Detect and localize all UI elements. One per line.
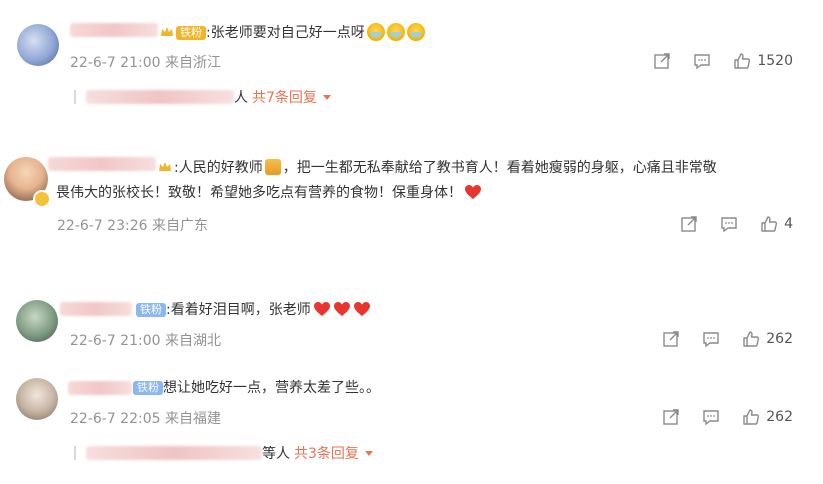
avatar[interactable] [17,24,59,66]
share-button[interactable] [662,408,680,426]
comment-location: 来自福建 [164,411,221,427]
crying-face-emoji [386,23,405,41]
comment-text-line: 铁粉:看着好泪目啊，张老师 [136,299,371,321]
like-count: 262 [766,331,793,347]
like-count: 1520 [757,53,793,69]
reply-users-redacted [86,90,234,104]
like-count: 262 [766,409,793,425]
comment-icon [703,332,719,348]
crying-face-emoji [406,23,425,41]
comment-meta: 22-6-7 23:26 来自广东 [57,215,208,235]
red-heart-emoji [353,301,371,317]
red-heart-emoji [313,301,331,317]
comment-button[interactable] [702,408,720,426]
comment-text-line: 铁粉 想让她吃好一点，营养太差了些。。 [133,377,380,399]
comment-text: 畏伟大的张校长！致敬！希望她多吃点有营养的食物！保重身体！ [56,185,462,201]
comment-text: ，把一生都无私奉献给了教书育人！看着她瘦弱的身躯，心痛且非常敬 [282,160,717,176]
username-redacted[interactable] [68,381,132,395]
comment-date: 22-6-7 23:26 [57,218,148,234]
caret-down-icon [364,451,373,456]
thumbs-up-icon [743,409,760,425]
comment-icon [694,54,711,70]
reply-users-suffix: 等人 [262,446,290,462]
username-redacted[interactable] [60,302,132,316]
username-redacted[interactable] [70,23,158,37]
comment-text: 想让她吃好一点，营养太差了些。。 [163,380,380,396]
comment-date: 22-6-7 22:05 [70,411,161,427]
verified-badge-icon [33,190,51,208]
comment-meta: 22-6-7 21:00 来自浙江 [70,52,221,72]
comment-location: 来自浙江 [164,55,221,71]
fan-badge: 铁粉 [133,381,163,395]
comment-text-line: 铁粉:张老师要对自己好一点呀 [160,22,425,44]
like-button[interactable]: 1520 [733,52,793,70]
comment-button[interactable] [720,215,738,233]
like-button[interactable]: 262 [742,330,793,348]
reply-users-suffix: 人 [234,90,248,106]
comment-location: 来自广东 [151,218,208,234]
reply-count-link[interactable]: 共7条回复 [252,90,317,106]
comment-actions: 1520 [631,52,793,70]
comment-icon [703,410,719,426]
share-icon [681,216,697,232]
comment-meta: 22-6-7 22:05 来自福建 [70,408,221,428]
comment-actions: 262 [640,330,793,348]
avatar[interactable] [16,300,58,342]
comment-button[interactable] [702,330,720,348]
comment-text-line: :人民的好教师 ，把一生都无私奉献给了教书育人！看着她瘦弱的身躯，心痛且非常敬 [158,157,717,179]
comment-button[interactable] [693,52,711,70]
reply-count-link[interactable]: 共3条回复 [294,446,359,462]
comment-text-line: 畏伟大的张校长！致敬！希望她多吃点有营养的食物！保重身体！ [56,182,482,204]
comment-meta: 22-6-7 21:00 来自湖北 [70,330,221,350]
share-button[interactable] [680,215,698,233]
thumbs-up-icon [743,331,760,347]
share-button[interactable] [653,52,671,70]
share-icon [654,53,671,69]
caret-down-icon [322,95,331,100]
reply-summary[interactable]: 等人 共3条回复 [74,443,373,463]
comment-text: :人民的好教师 [174,160,263,176]
thumbs-up-icon [734,53,751,69]
reply-summary[interactable]: 人共7条回复 [74,87,331,107]
username-redacted[interactable] [48,157,156,171]
crown-icon [158,161,172,173]
comment-actions: 262 [640,408,793,426]
red-heart-emoji [333,301,351,317]
share-button[interactable] [662,330,680,348]
fan-badge: 铁粉 [176,26,206,40]
comment-icon [721,217,737,233]
comment-date: 22-6-7 21:00 [70,333,161,349]
comment-text: :张老师要对自己好一点呀 [206,25,365,41]
like-count: 4 [784,216,793,232]
reply-users-redacted [86,446,262,460]
share-icon [663,409,679,425]
like-button[interactable]: 262 [742,408,793,426]
reply-divider [74,90,76,104]
comment-item: 铁粉:张老师要对自己好一点呀 22-6-7 21:00 来自浙江 1520 人共… [0,0,823,120]
crying-face-emoji [366,23,385,41]
avatar[interactable] [16,378,58,420]
comment-text: :看着好泪目啊，张老师 [166,302,311,318]
teacher-emoji [264,159,281,175]
comment-actions: 4 [658,215,793,233]
fan-badge: 铁粉 [136,303,166,317]
red-heart-emoji [464,184,482,200]
comment-location: 来自湖北 [164,333,221,349]
comment-date: 22-6-7 21:00 [70,55,161,71]
reply-divider [74,446,76,460]
like-button[interactable]: 4 [760,215,793,233]
crown-icon [160,26,174,38]
share-icon [663,331,679,347]
thumbs-up-icon [761,216,778,232]
